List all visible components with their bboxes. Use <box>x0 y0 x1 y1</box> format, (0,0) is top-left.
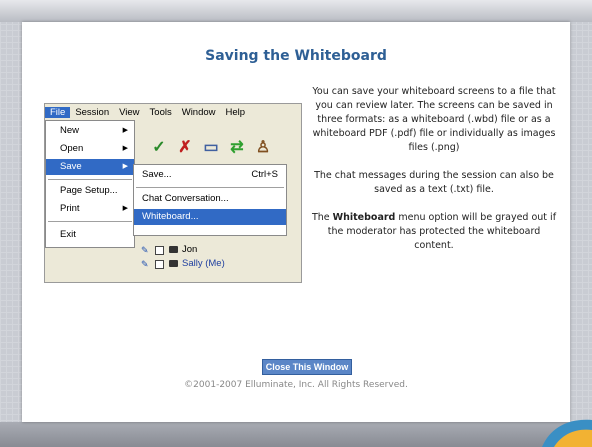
pen-icon: ✎ <box>141 259 149 269</box>
pen-icon: ✎ <box>141 245 149 255</box>
window-frame-top <box>0 0 592 22</box>
toolbar: ✓ ✗ ▭ ⇄ ♙ <box>145 132 301 162</box>
camera-icon <box>169 260 178 267</box>
menu-file: File <box>45 106 71 118</box>
menu-screenshot: File Session View Tools Window Help ✓ ✗ … <box>44 103 302 283</box>
share-icon: ⇄ <box>230 139 244 156</box>
cross-icon: ✗ <box>178 139 192 156</box>
menu-session: Session <box>75 106 110 118</box>
participant-list: ✎ Jon ✎ Sally (Me) <box>141 243 291 271</box>
menu-separator <box>48 221 132 222</box>
checkbox-icon <box>155 260 164 269</box>
monitor-icon: ▭ <box>203 139 219 156</box>
menu-view: View <box>119 106 140 118</box>
submenu-arrow-icon: ▶ <box>122 205 128 212</box>
participant-name: Jon <box>182 244 198 255</box>
file-menu-print: Print ▶ <box>46 201 134 217</box>
file-menu-page-setup: Page Setup... <box>60 185 118 196</box>
participant-name: Sally (Me) <box>182 258 225 269</box>
file-menu: New ▶ Open ▶ Save ▶ Page Setup... Print ▶ Ex… <box>45 120 135 248</box>
help-panel: Saving the Whiteboard File Session View … <box>22 22 570 422</box>
participant-row: ✎ Jon <box>141 243 291 257</box>
submenu-arrow-icon: ▶ <box>122 127 128 134</box>
copyright-text: ©2001-2007 Elluminate, Inc. All Rights R… <box>184 380 408 390</box>
menubar: File Session View Tools Window Help <box>45 104 301 120</box>
menu-window: Window <box>181 106 216 118</box>
whiteboard-note: The Whiteboard menu option will be graye… <box>311 212 557 251</box>
submenu-save: Save... Ctrl+S <box>142 169 278 180</box>
file-menu-save: Save ▶ <box>46 159 134 175</box>
camera-icon <box>169 246 178 253</box>
menu-tools: Tools <box>149 106 172 118</box>
window-frame-bottom <box>0 422 592 447</box>
description-paragraph: The chat messages during the session can… <box>314 170 554 195</box>
save-submenu: Save... Ctrl+S Chat Conversation... White… <box>133 164 287 236</box>
whiteboard-term: Whiteboard <box>332 212 396 223</box>
submenu-arrow-icon: ▶ <box>122 145 128 152</box>
page-title: Saving the Whiteboard <box>205 48 387 64</box>
participant-row: ✎ Sally (Me) <box>141 257 291 271</box>
close-window-button[interactable]: Close This Window <box>262 359 352 375</box>
file-menu-open: Open ▶ <box>46 141 134 157</box>
menu-separator <box>48 179 132 180</box>
file-menu-new: New ▶ <box>46 123 134 139</box>
description-paragraph: You can save your whiteboard screens to … <box>312 86 556 153</box>
menu-help: Help <box>225 106 246 118</box>
presenter-icon: ♙ <box>255 139 271 156</box>
description: You can save your whiteboard screens to … <box>308 85 560 267</box>
checkbox-icon <box>155 246 164 255</box>
menu-separator <box>136 187 284 188</box>
submenu-arrow-icon: ▶ <box>122 163 128 170</box>
file-menu-exit: Exit <box>60 229 76 240</box>
check-icon: ✓ <box>152 139 166 156</box>
submenu-chat-conversation: Chat Conversation... <box>142 193 229 204</box>
logo-swoosh-icon <box>542 419 592 447</box>
submenu-whiteboard: Whiteboard... <box>134 209 286 225</box>
